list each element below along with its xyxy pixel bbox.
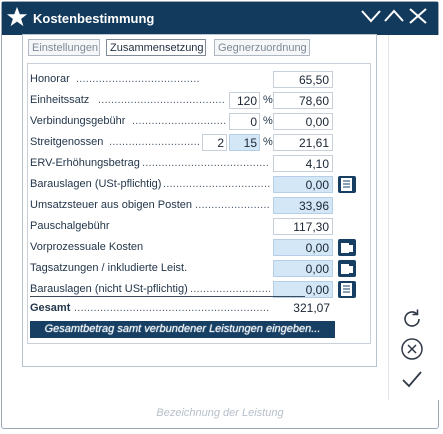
side-action-panel	[388, 35, 439, 400]
einheitssatz-field[interactable]: 78,60	[273, 92, 333, 109]
row-verbindungsgebuehr: Verbindungsgebühr ......................…	[30, 113, 370, 131]
row-tagsatzungen: Tagsatzungen / inkludierte Leist. 0,00	[30, 260, 370, 278]
dot-leader: ........................................…	[98, 94, 226, 106]
row-einheitssatz: Einheitssatz ...........................…	[30, 92, 370, 110]
document-edit-icon[interactable]	[338, 260, 356, 277]
list-calculator-icon[interactable]	[338, 176, 356, 193]
dot-leader: ........................................…	[74, 302, 270, 314]
tab-gegnerzuordnung[interactable]: Gegnerzuordnung	[214, 39, 310, 56]
refresh-icon[interactable]	[400, 307, 424, 331]
tab-einstellungen[interactable]: Einstellungen	[28, 39, 100, 56]
tagsatzungen-field[interactable]: 0,00	[273, 260, 333, 277]
row-erv: ERV-Erhöhungsbetrag ....................…	[30, 155, 370, 173]
row-vorprozessuale: Vorprozessuale Kosten 0,00	[30, 239, 370, 257]
dot-leader: ........................................…	[195, 199, 270, 211]
vorprozessuale-field[interactable]: 0,00	[273, 239, 333, 256]
streitgenossen-field[interactable]: 21,61	[273, 134, 333, 151]
gesamtbetrag-button[interactable]: Gesamtbetrag samt verbundener Leistungen…	[30, 321, 335, 338]
dot-leader: ........................................…	[76, 73, 199, 85]
dot-leader: ........................................…	[163, 178, 270, 190]
gesamt-label: Gesamt	[30, 302, 71, 314]
document-edit-icon[interactable]	[338, 239, 356, 256]
row-pauschalgebuehr: Pauschalgebühr 117,30	[30, 218, 370, 236]
percent-sign: %	[263, 136, 273, 148]
erv-field[interactable]: 4,10	[273, 155, 333, 172]
row-umsatzsteuer: Umsatzsteuer aus obigen Posten .........…	[30, 197, 370, 215]
confirm-check-icon[interactable]	[400, 367, 424, 391]
star-icon	[6, 6, 28, 27]
umsatzsteuer-label: Umsatzsteuer aus obigen Posten	[30, 199, 193, 211]
vorprozessuale-label: Vorprozessuale Kosten	[30, 241, 144, 253]
streitgenossen-percent-field[interactable]: 15	[229, 134, 260, 151]
honorar-label: Honorar	[30, 73, 70, 85]
percent-sign: %	[263, 115, 273, 127]
einheitssatz-percent-field[interactable]: 120	[229, 92, 260, 109]
erv-label: ERV-Erhöhungsbetrag	[30, 157, 140, 169]
barauslagen-nicht-label: Barauslagen (nicht USt-pflichtig)	[30, 283, 188, 295]
dot-leader: ........................................…	[142, 157, 270, 169]
total-divider	[30, 296, 305, 297]
einheitssatz-label: Einheitssatz	[30, 94, 90, 106]
verbindungsgebuehr-label: Verbindungsgebühr	[30, 115, 126, 127]
dot-leader: ........................................…	[109, 136, 199, 148]
row-barauslagen-ust: Barauslagen (USt-pflichtig) ............…	[30, 176, 370, 194]
barauslagen-ust-label: Barauslagen (USt-pflichtig)	[30, 178, 162, 190]
chevron-down-icon[interactable]	[360, 7, 382, 25]
row-gesamt: Gesamt .................................…	[30, 300, 370, 318]
chevron-up-icon[interactable]	[383, 7, 405, 25]
list-calculator-icon[interactable]	[338, 281, 356, 298]
streitgenossen-count-field[interactable]: 2	[202, 134, 227, 151]
row-honorar: Honorar ................................…	[30, 71, 370, 89]
cancel-icon[interactable]	[400, 337, 424, 361]
window-title: Kostenbestimmung	[33, 11, 155, 26]
verbindungsgebuehr-percent-field[interactable]: 0	[229, 113, 260, 130]
percent-sign: %	[263, 94, 273, 106]
dot-leader: ........................................…	[190, 283, 270, 295]
leistung-bezeichnung-label[interactable]: Bezeichnung der Leistung	[2, 407, 438, 419]
dialog-window: Kostenbestimmung Einstellungen Zusammens…	[1, 1, 439, 429]
honorar-field[interactable]: 65,50	[273, 71, 333, 88]
umsatzsteuer-field[interactable]: 33,96	[273, 197, 333, 214]
pauschalgebuehr-label: Pauschalgebühr	[30, 220, 110, 232]
close-icon[interactable]	[407, 7, 429, 25]
pauschalgebuehr-field[interactable]: 117,30	[273, 218, 333, 235]
tagsatzungen-label: Tagsatzungen / inkludierte Leist.	[30, 262, 188, 274]
title-bar: Kostenbestimmung	[2, 2, 438, 35]
tab-zusammensetzung[interactable]: Zusammensetzung	[106, 39, 206, 56]
row-streitgenossen: Streitgenossen .........................…	[30, 134, 370, 152]
streitgenossen-label: Streitgenossen	[30, 136, 104, 148]
dot-leader: ........................................…	[132, 115, 226, 127]
verbindungsgebuehr-field[interactable]: 0,00	[273, 113, 333, 130]
barauslagen-ust-field[interactable]: 0,00	[273, 176, 333, 193]
gesamt-value: 321,07	[293, 301, 330, 315]
